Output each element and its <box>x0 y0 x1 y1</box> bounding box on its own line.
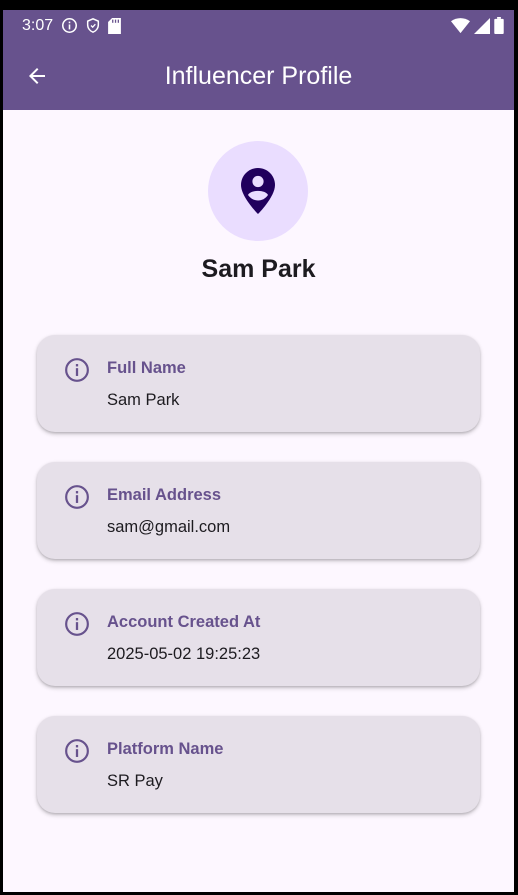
card-label: Full Name <box>107 359 186 377</box>
card-value: 2025-05-02 19:25:23 <box>107 645 261 663</box>
card-value: SR Pay <box>107 772 163 790</box>
wifi-icon <box>451 17 470 39</box>
page-title: Influencer Profile <box>164 62 353 90</box>
status-icons-left <box>61 17 121 39</box>
screen: 3:07 Influencer Profile Sam Park Full Na… <box>3 10 514 892</box>
info-icon <box>61 17 78 39</box>
info-card-email: Email Address sam@gmail.com <box>37 462 480 559</box>
battery-icon <box>494 17 504 39</box>
shield-icon <box>85 17 101 39</box>
profile-name: Sam Park <box>201 255 316 283</box>
sd-card-icon <box>108 17 121 39</box>
card-label: Platform Name <box>107 740 224 758</box>
signal-icon <box>474 17 490 39</box>
back-button[interactable] <box>23 62 51 90</box>
app-bar: Influencer Profile <box>3 42 514 110</box>
info-card-account-created: Account Created At 2025-05-02 19:25:23 <box>37 589 480 686</box>
avatar <box>208 141 308 241</box>
info-icon <box>64 484 90 510</box>
info-icon <box>64 357 90 383</box>
status-bar: 3:07 <box>3 10 514 42</box>
person-pin-icon <box>241 168 275 214</box>
card-value: sam@gmail.com <box>107 518 231 536</box>
status-time: 3:07 <box>22 17 54 34</box>
info-icon <box>64 611 90 637</box>
status-icons-right <box>451 17 504 39</box>
arrow-back-icon <box>29 68 45 84</box>
card-label: Email Address <box>107 486 222 504</box>
card-label: Account Created At <box>107 613 261 631</box>
info-card-full-name: Full Name Sam Park <box>37 335 480 432</box>
info-icon <box>64 738 90 764</box>
card-value: Sam Park <box>107 391 180 409</box>
info-card-platform-name: Platform Name SR Pay <box>37 716 480 813</box>
